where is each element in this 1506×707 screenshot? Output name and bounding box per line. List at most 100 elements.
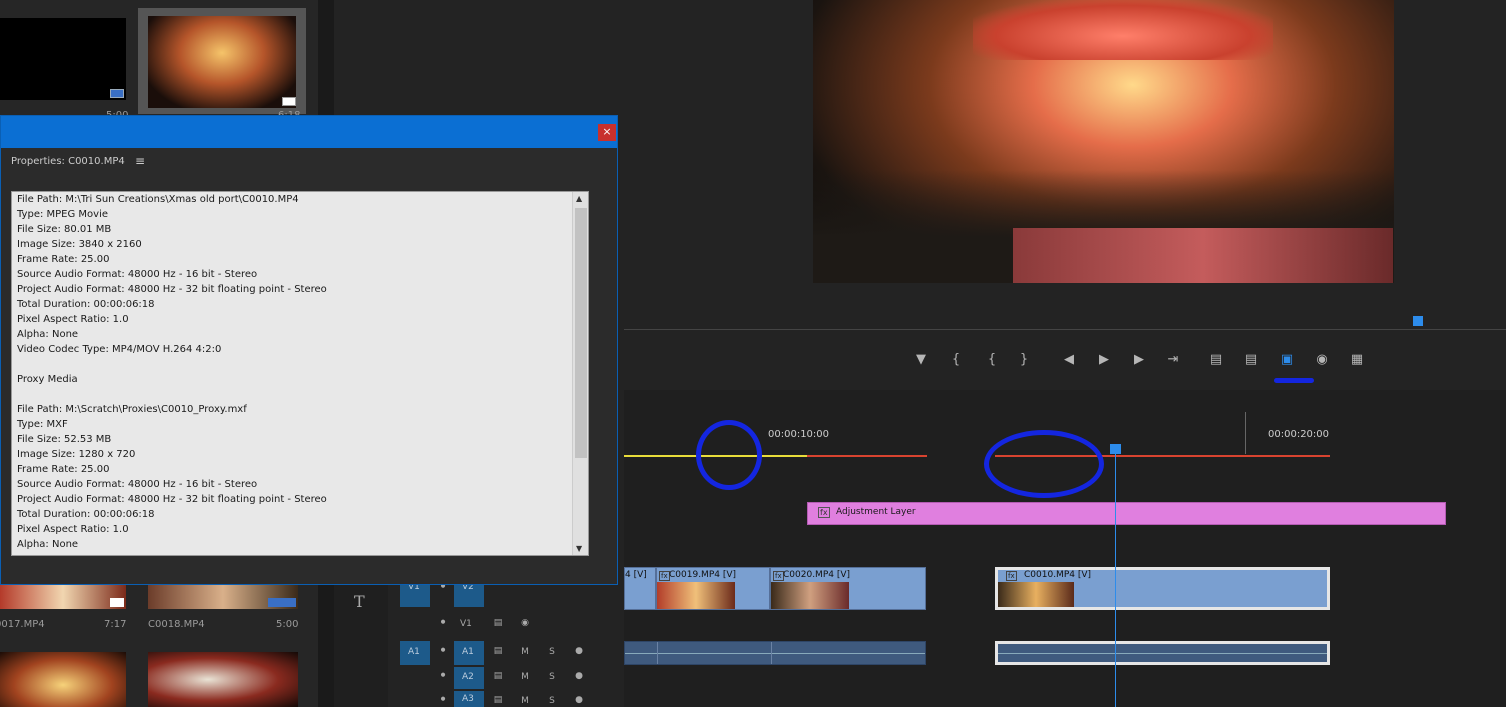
mute-button[interactable]: M xyxy=(517,672,533,682)
monitor-timeruler[interactable] xyxy=(624,318,1506,330)
render-bar-red xyxy=(807,455,927,457)
sync-lock-icon[interactable]: ▤ xyxy=(490,671,506,681)
audio-clip-c0010[interactable] xyxy=(995,641,1330,665)
add-marker-icon[interactable]: ▼ xyxy=(911,351,931,369)
step-forward-icon[interactable]: ▶ xyxy=(1129,351,1149,369)
sync-lock-icon[interactable]: ▤ xyxy=(490,618,506,628)
timeline-playhead-handle[interactable] xyxy=(1110,444,1121,454)
extract-icon[interactable]: ▤ xyxy=(1241,351,1261,369)
type-tool-icon[interactable]: T xyxy=(354,592,365,611)
comparison-view-icon[interactable]: ▦ xyxy=(1347,351,1367,369)
clip-thumbnail[interactable] xyxy=(0,18,126,100)
clip-label: 4 [V] xyxy=(625,570,647,580)
clip-thumbnail[interactable] xyxy=(0,585,126,609)
clip-duration: 7:17 xyxy=(104,619,127,630)
a1-track-target[interactable]: A1 xyxy=(454,641,484,665)
scroll-thumb[interactable] xyxy=(575,208,587,458)
video-clip-c0019[interactable]: fx C0019.MP4 [V] xyxy=(656,567,770,610)
property-line: Image Size: 1280 x 720 xyxy=(17,449,136,460)
fx-icon: fx xyxy=(1006,571,1017,581)
property-line: Video Codec Type: MP4/MOV H.264 4:2:0 xyxy=(17,344,222,355)
hamburger-menu-icon[interactable]: ≡ xyxy=(135,154,145,168)
clip-thumbnail-selected[interactable] xyxy=(138,8,306,114)
solo-button[interactable]: S xyxy=(544,672,560,682)
property-line: Alpha: None xyxy=(17,539,79,550)
mic-icon[interactable]: ● xyxy=(571,695,587,705)
mic-icon[interactable]: ● xyxy=(571,671,587,681)
export-frame-icon[interactable]: ◉ xyxy=(1312,351,1332,369)
property-line: File Path: M:\Tri Sun Creations\Xmas old… xyxy=(17,194,299,205)
a2-track-target[interactable]: A2 xyxy=(454,667,484,689)
adjustment-layer-label: Adjustment Layer xyxy=(836,507,916,517)
property-line: Project Audio Format: 48000 Hz - 32 bit … xyxy=(17,284,327,295)
property-line: Total Duration: 00:00:06:18 xyxy=(17,299,155,310)
property-line: Project Audio Format: 48000 Hz - 32 bit … xyxy=(17,494,327,505)
clip-name: C0018.MP4 xyxy=(148,619,205,630)
video-clip[interactable]: 4 [V] xyxy=(624,567,656,610)
solo-button[interactable]: S xyxy=(544,647,560,657)
clip-thumbnail[interactable] xyxy=(0,652,126,707)
property-line: Image Size: 3840 x 2160 xyxy=(17,239,142,250)
close-button[interactable]: × xyxy=(598,124,616,141)
a1-source-patch[interactable]: A1 xyxy=(400,641,430,665)
clip-thumbnail[interactable] xyxy=(148,652,298,707)
eye-icon[interactable]: ◉ xyxy=(517,618,533,628)
annotation-underline xyxy=(1274,378,1314,383)
property-line: Pixel Aspect Ratio: 1.0 xyxy=(17,314,129,325)
monitor-playhead-marker[interactable] xyxy=(1413,316,1423,326)
go-to-out-point-icon[interactable]: ⇥ xyxy=(1163,351,1183,369)
dialog-titlebar[interactable] xyxy=(1,116,617,148)
annotation-circle xyxy=(696,420,762,490)
audio-clip[interactable] xyxy=(624,641,926,665)
filmstrip-icon xyxy=(282,97,296,106)
go-to-in-icon[interactable]: { xyxy=(982,351,1002,369)
lock-icon[interactable]: ⚫ xyxy=(435,671,451,681)
filmstrip-icon xyxy=(268,598,296,607)
property-line: Type: MPEG Movie xyxy=(17,209,109,220)
property-line: Source Audio Format: 48000 Hz - 16 bit -… xyxy=(17,269,258,280)
lock-icon[interactable]: ⚫ xyxy=(435,695,451,705)
lock-icon[interactable]: ⚫ xyxy=(435,646,451,656)
clip-duration: 5:00 xyxy=(276,619,299,630)
timecode-20s: 00:00:20:00 xyxy=(1268,429,1330,440)
mark-in-icon[interactable]: { xyxy=(946,351,966,369)
property-line xyxy=(12,387,588,402)
clip-name: C0017.MP4 xyxy=(0,619,45,630)
lift-icon[interactable]: ▤ xyxy=(1206,351,1226,369)
go-to-out-icon[interactable]: } xyxy=(1014,351,1034,369)
scroll-up-icon[interactable]: ▲ xyxy=(576,194,582,203)
property-line: Alpha: None xyxy=(17,329,79,340)
annotation-circle xyxy=(984,430,1104,498)
video-clip-c0020[interactable]: fx C0020.MP4 [V] xyxy=(770,567,926,610)
properties-text-area[interactable]: File Path: M:\Tri Sun Creations\Xmas old… xyxy=(11,191,589,556)
lock-icon[interactable]: ⚫ xyxy=(435,618,451,628)
scroll-down-icon[interactable]: ▼ xyxy=(576,544,582,553)
property-line: Type: MXF xyxy=(17,419,68,430)
mute-button[interactable]: M xyxy=(517,647,533,657)
property-line: File Size: 80.01 MB xyxy=(17,224,112,235)
play-icon[interactable]: ▶ xyxy=(1094,351,1114,369)
property-line: File Size: 52.53 MB xyxy=(17,434,112,445)
mic-icon[interactable]: ● xyxy=(571,646,587,656)
adjustment-layer-clip[interactable]: fx Adjustment Layer xyxy=(807,502,1446,525)
clip-label: C0020.MP4 [V] xyxy=(783,570,851,580)
filmstrip-icon xyxy=(110,598,124,607)
property-line: Proxy Media xyxy=(17,374,78,385)
video-clip-c0010[interactable]: fx C0010.MP4 [V] xyxy=(995,567,1330,610)
property-line: Frame Rate: 25.00 xyxy=(17,254,110,265)
property-line: Total Duration: 00:00:06:18 xyxy=(17,509,155,520)
fx-icon: fx xyxy=(818,507,830,518)
sync-lock-icon[interactable]: ▤ xyxy=(490,695,506,705)
v1-track-label: V1 xyxy=(460,619,472,629)
clip-thumbnail[interactable] xyxy=(148,585,298,609)
scrollbar[interactable]: ▲ ▼ xyxy=(572,192,588,555)
solo-button[interactable]: S xyxy=(544,696,560,706)
a3-track-target[interactable]: A3 xyxy=(454,691,484,707)
toggle-proxies-icon[interactable]: ▣ xyxy=(1277,351,1297,369)
mute-button[interactable]: M xyxy=(517,696,533,706)
sync-lock-icon[interactable]: ▤ xyxy=(490,646,506,656)
property-line xyxy=(12,357,588,372)
timeline-playhead[interactable] xyxy=(1115,448,1116,707)
step-back-icon[interactable]: ◀ xyxy=(1059,351,1079,369)
clip-label: C0010.MP4 [V] xyxy=(1024,570,1092,580)
